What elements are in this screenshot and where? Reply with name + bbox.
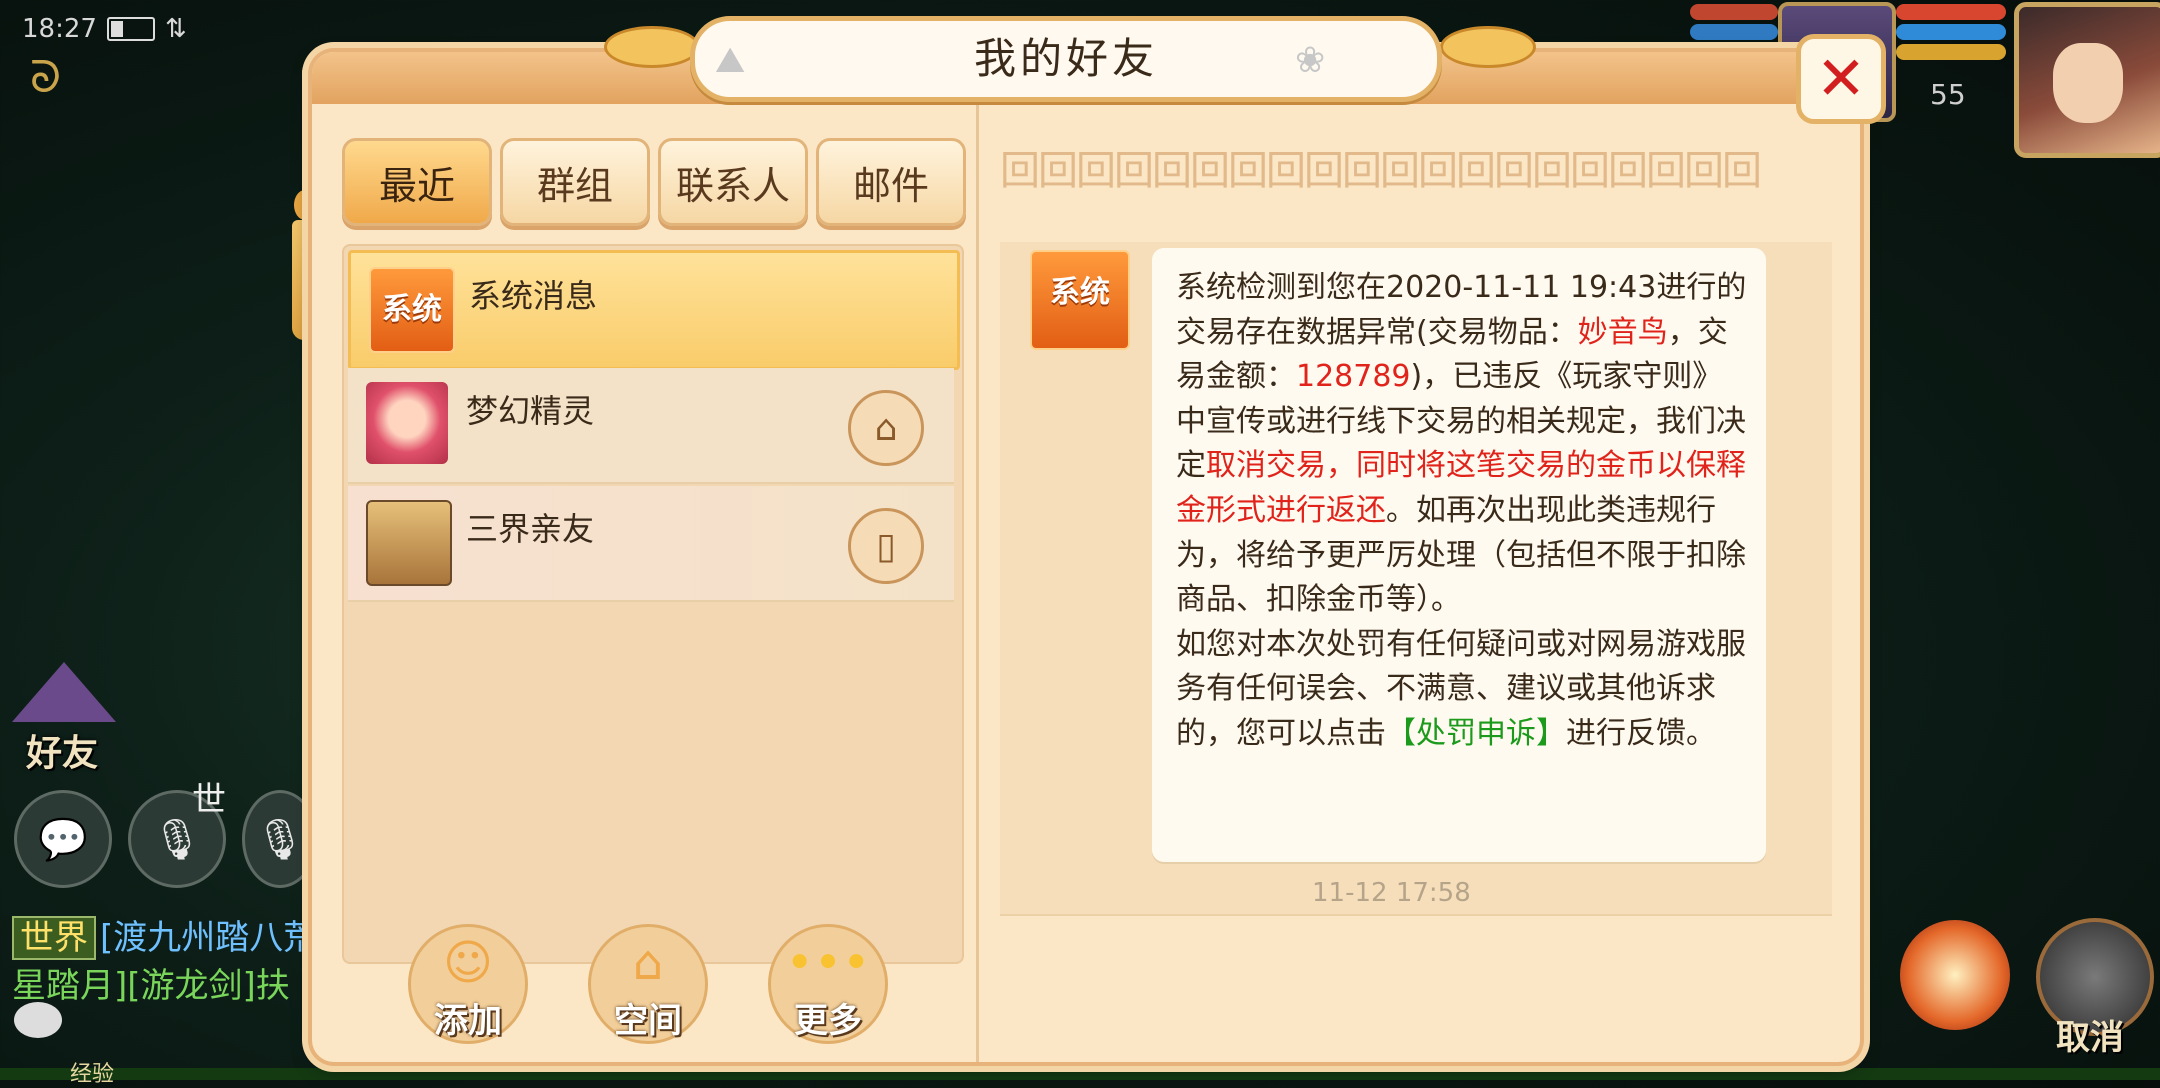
add-friend-icon: ☺ — [442, 935, 494, 991]
add-friend-button[interactable]: ☺ 添加 — [408, 924, 528, 1044]
more-dots-icon: ••• — [785, 935, 871, 991]
message-body: 系统检测到您在2020-11-11 19:43进行的交易存在数据异常(交易物品：… — [1176, 266, 1748, 757]
contact-name: 梦幻精灵 — [466, 392, 595, 430]
microphone-icon: 🎙 — [254, 816, 306, 863]
space-label: 空间 — [614, 1001, 682, 1041]
skill-button[interactable] — [1900, 920, 2010, 1030]
close-x-icon: ✕ — [1815, 44, 1867, 114]
title-wing-left — [604, 26, 700, 68]
player-portrait[interactable] — [2014, 2, 2160, 158]
pet-hp-bar — [1690, 4, 1778, 20]
player-anger-bar — [1896, 44, 2006, 60]
chat-bubble-button[interactable]: 💬 — [14, 790, 112, 888]
tab-groups[interactable]: 群组 — [500, 138, 650, 226]
chat-bubble-icon: 💬 — [38, 816, 88, 863]
tab-contacts[interactable]: 联系人 — [658, 138, 808, 226]
player-mp-bar — [1896, 24, 2006, 40]
exp-bar — [0, 1068, 2160, 1080]
title-scroll: ⛰ ❀ 我的好友 — [690, 16, 1442, 102]
contact-list: 系统 系统消息 梦幻精灵 ⌂ 三界亲友 ▯ — [342, 244, 964, 964]
player-status-bars — [1896, 4, 2006, 64]
contact-item-system[interactable]: 系统 系统消息 — [348, 250, 960, 370]
message-input-area — [1000, 914, 1832, 1026]
message-timestamp: 11-12 17:58 — [1312, 878, 1471, 908]
friends-dialog: 最近 群组 联系人 邮件 系统 系统消息 梦幻精灵 ⌂ 三界亲友 ▯ ☺ 添加 … — [312, 52, 1860, 1062]
contact-item-sprite[interactable]: 梦幻精灵 ⌂ — [348, 368, 954, 484]
friend-side-label: 好友 — [26, 733, 99, 774]
trade-item: 妙音鸟 — [1577, 314, 1668, 350]
add-friend-label: 添加 — [434, 1001, 502, 1041]
scroll-avatar — [366, 500, 452, 586]
pet-status-bars — [1690, 4, 1778, 44]
voice-world-tag: 世 — [192, 780, 226, 820]
sender-system-badge: 系统 — [1030, 250, 1130, 350]
pet-mp-bar — [1690, 24, 1778, 40]
microphone-icon: 🎙 — [151, 816, 203, 863]
chat-line[interactable]: 世界 [渡九州踏八荒 — [12, 910, 318, 960]
space-button[interactable]: ⌂ 空间 — [588, 924, 708, 1044]
friend-avatar-icon — [12, 662, 116, 722]
world-channel-tag: 世界 — [12, 916, 96, 960]
more-button[interactable]: ••• 更多 — [768, 924, 888, 1044]
voice-team-button[interactable]: 🎙 — [242, 790, 318, 888]
panel-divider — [976, 104, 979, 1062]
home-icon[interactable]: ⌂ — [848, 390, 924, 466]
sprite-avatar — [366, 382, 448, 464]
contact-item-family[interactable]: 三界亲友 ▯ — [348, 486, 954, 602]
title-wing-right — [1440, 26, 1536, 68]
data-transfer-icon: ⇅ — [164, 14, 187, 44]
exp-label: 经验 — [70, 1062, 115, 1087]
fret-pattern-decoration: 回回回回回回回回回回回回回回回回回回回回 — [1000, 148, 1762, 194]
message-bubble: 系统检测到您在2020-11-11 19:43进行的交易存在数据异常(交易物品：… — [1152, 248, 1766, 862]
battery-icon — [106, 17, 155, 41]
cancel-label[interactable]: 取消 — [2056, 1010, 2124, 1059]
tab-recent[interactable]: 最近 — [342, 138, 492, 226]
close-button[interactable]: ✕ — [1796, 34, 1886, 124]
appeal-link[interactable]: 【处罚申诉】 — [1386, 716, 1566, 751]
chat-line[interactable]: 星踏月][游龙剑]扶 — [12, 958, 290, 1007]
more-label: 更多 — [794, 1001, 862, 1041]
tab-mail[interactable]: 邮件 — [816, 138, 966, 226]
house-icon: ⌂ — [632, 935, 664, 991]
chat-text: [渡九州踏八荒 — [100, 918, 318, 958]
player-level: 55 — [1930, 78, 1966, 111]
book-icon[interactable]: ▯ — [848, 508, 924, 584]
trade-amount: 128789 — [1296, 359, 1411, 395]
player-face — [2053, 43, 2123, 123]
clock: 18:27 — [22, 14, 97, 44]
dialog-title: 我的好友 — [973, 34, 1158, 83]
friend-side-button[interactable]: 好友 — [8, 662, 116, 774]
contact-name: 三界亲友 — [466, 510, 595, 548]
chat-text: 星踏月][游龙剑]扶 — [12, 966, 290, 1006]
status-bar: 18:27 ⇅ — [22, 14, 187, 44]
system-badge-icon: 系统 — [369, 267, 455, 353]
player-hp-bar — [1896, 4, 2006, 20]
emoji-icon[interactable] — [14, 1002, 62, 1038]
swirl-menu-icon[interactable]: ᘐ — [30, 56, 74, 100]
message-text: 进行反馈。 — [1566, 715, 1716, 751]
contact-name: 系统消息 — [469, 277, 598, 315]
